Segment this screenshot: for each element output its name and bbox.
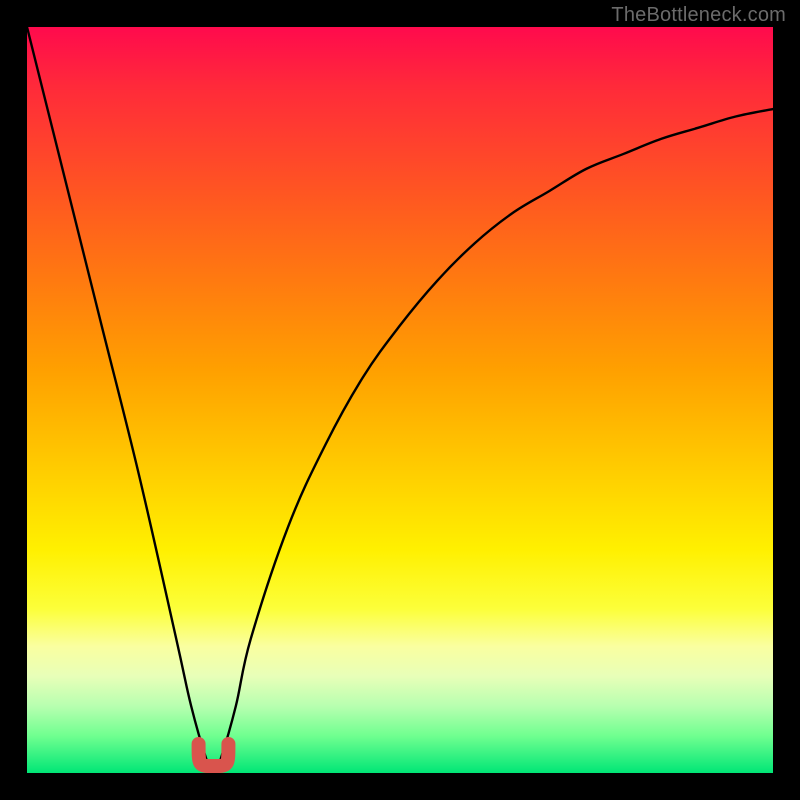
optimal-highlight	[199, 744, 229, 766]
watermark-text: TheBottleneck.com	[611, 4, 786, 27]
outer-frame: TheBottleneck.com	[0, 0, 800, 800]
chart-svg	[27, 27, 773, 773]
plot-area	[27, 27, 773, 773]
bottleneck-curve	[27, 27, 773, 773]
